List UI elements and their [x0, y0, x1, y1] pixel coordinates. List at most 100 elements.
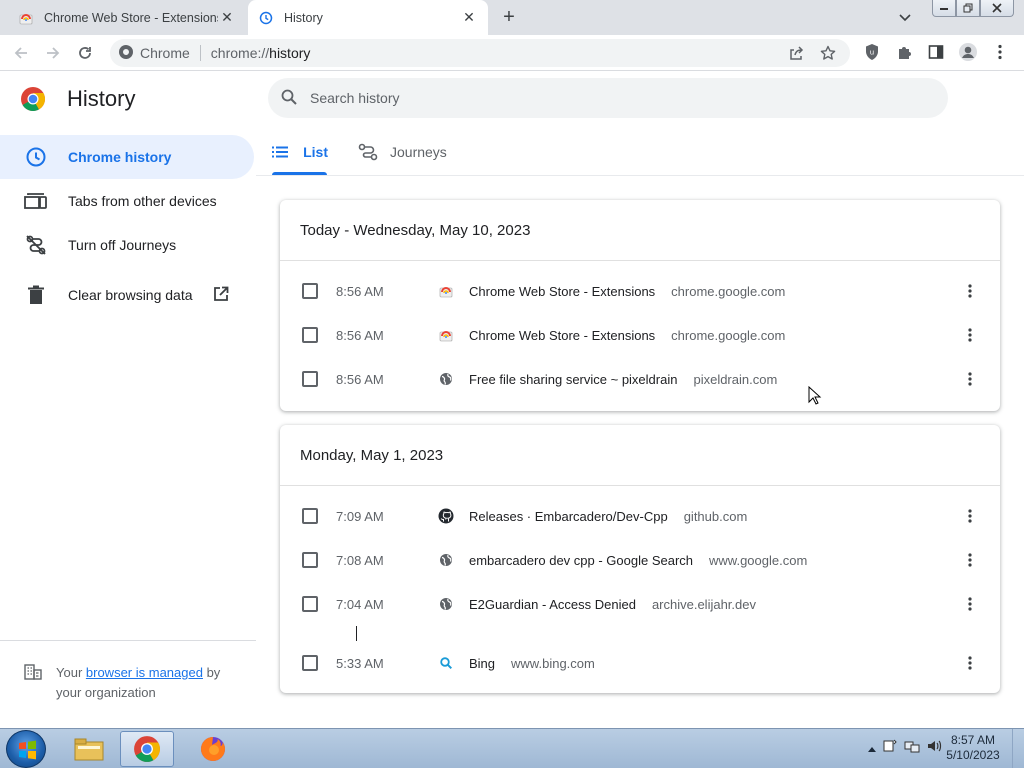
- entry-checkbox[interactable]: [302, 508, 318, 524]
- ublock-shield-icon[interactable]: u: [860, 40, 884, 64]
- search-input[interactable]: [310, 90, 910, 106]
- sidebar-item-label: Tabs from other devices: [68, 193, 217, 209]
- history-entry[interactable]: 8:56 AM Chrome Web Store - Extensions chr…: [280, 269, 1000, 313]
- entry-title: Bing: [469, 655, 496, 671]
- managed-link[interactable]: browser is managed: [86, 665, 203, 680]
- history-group-today: Today - Wednesday, May 10, 2023 8:56 AM …: [280, 200, 1000, 411]
- kebab-menu-icon[interactable]: [988, 40, 1012, 64]
- tab-list[interactable]: List: [272, 130, 328, 174]
- more-actions-icon[interactable]: [960, 279, 980, 303]
- history-entry[interactable]: 5:33 AM Bing www.bing.com: [280, 641, 1000, 685]
- entry-domain: www.google.com: [709, 552, 808, 568]
- taskbar-clock[interactable]: 8:57 AM 5/10/2023: [940, 733, 1006, 763]
- bing-search-icon: [438, 655, 454, 671]
- chrome-logo-icon: [21, 87, 46, 112]
- webstore-icon: [438, 327, 454, 343]
- profile-avatar-icon[interactable]: [956, 40, 980, 64]
- brand-header: History: [20, 86, 135, 112]
- sidebar-item-chrome-history[interactable]: Chrome history: [0, 135, 254, 179]
- sidebar-item-label: Clear browsing data: [68, 287, 193, 303]
- forward-icon[interactable]: [40, 40, 66, 66]
- history-entry[interactable]: 7:08 AM embarcadero dev cpp - Google Sea…: [280, 538, 1000, 582]
- new-tab-button[interactable]: +: [496, 6, 522, 30]
- webstore-icon: [438, 283, 454, 299]
- omnibox-separator: [199, 45, 201, 61]
- entry-checkbox[interactable]: [302, 283, 318, 299]
- time-gap: [280, 626, 1000, 641]
- entry-link[interactable]: Chrome Web Store - Extensions chrome.goog…: [469, 328, 785, 343]
- entry-time: 5:33 AM: [336, 655, 384, 671]
- history-entry[interactable]: 8:56 AM Free file sharing service ~ pixe…: [280, 357, 1000, 401]
- address-bar[interactable]: Chrome chrome://history: [110, 39, 850, 67]
- firefox-logo-icon: [201, 737, 225, 761]
- tab-webstore[interactable]: Chrome Web Store - Extensions ✕: [8, 0, 246, 35]
- windows-taskbar: 8:57 AM 5/10/2023: [0, 728, 1024, 768]
- entry-checkbox[interactable]: [302, 655, 318, 671]
- entry-checkbox[interactable]: [302, 552, 318, 568]
- entry-link[interactable]: E2Guardian - Access Denied archive.elijah…: [469, 597, 756, 612]
- restore-button[interactable]: [956, 0, 980, 17]
- more-actions-icon[interactable]: [960, 651, 980, 675]
- network-icon[interactable]: [904, 738, 920, 757]
- more-actions-icon[interactable]: [960, 504, 980, 528]
- entry-domain: archive.elijahr.dev: [651, 596, 756, 612]
- action-center-icon[interactable]: [882, 738, 898, 757]
- entry-time: 8:56 AM: [336, 327, 384, 343]
- sidebar-item-tabs-other-devices[interactable]: Tabs from other devices: [0, 179, 254, 223]
- start-button[interactable]: [6, 730, 46, 768]
- bookmark-star-icon[interactable]: [816, 41, 840, 65]
- entry-time: 7:09 AM: [336, 508, 384, 524]
- managed-notice: Your browser is managed by your organiza…: [0, 640, 256, 703]
- history-entry[interactable]: 7:09 AM Releases · Embarcadero/Dev-Cpp gi…: [280, 494, 1000, 538]
- show-desktop-button[interactable]: [1012, 729, 1024, 768]
- managed-prefix: Your: [56, 665, 86, 680]
- history-entry[interactable]: 7:04 AM E2Guardian - Access Denied archiv…: [280, 582, 1000, 626]
- taskbar-firefox[interactable]: [186, 731, 240, 767]
- entry-domain: chrome.google.com: [671, 283, 786, 299]
- entry-link[interactable]: embarcadero dev cpp - Google Search www.g…: [469, 553, 807, 568]
- history-sidebar: History Chrome history Tabs from other d…: [0, 72, 256, 728]
- chrome-site-icon[interactable]: [118, 44, 134, 63]
- entry-checkbox[interactable]: [302, 327, 318, 343]
- entry-checkbox[interactable]: [302, 371, 318, 387]
- more-actions-icon[interactable]: [960, 323, 980, 347]
- extensions-puzzle-icon[interactable]: [892, 40, 916, 64]
- reload-icon[interactable]: [72, 40, 98, 66]
- entry-title: Chrome Web Store - Extensions: [469, 283, 656, 299]
- entry-link[interactable]: Free file sharing service ~ pixeldrain pi…: [469, 372, 777, 387]
- back-icon[interactable]: [8, 40, 34, 66]
- more-actions-icon[interactable]: [960, 548, 980, 572]
- omnibox-actions: [784, 41, 840, 65]
- tabs-divider: [256, 175, 1024, 176]
- close-tab-icon[interactable]: ✕: [218, 9, 236, 27]
- folder-icon: [74, 738, 104, 761]
- sidebar-item-turn-off-journeys[interactable]: Turn off Journeys: [0, 223, 254, 267]
- tab-history[interactable]: History ✕: [248, 0, 488, 35]
- chrome-logo-icon: [134, 736, 160, 762]
- taskbar-chrome[interactable]: [120, 731, 174, 767]
- entry-link[interactable]: Chrome Web Store - Extensions chrome.goog…: [469, 284, 785, 299]
- entry-checkbox[interactable]: [302, 596, 318, 612]
- tab-journeys[interactable]: Journeys: [358, 130, 447, 174]
- entry-title: Free file sharing service ~ pixeldrain: [469, 371, 678, 387]
- show-hidden-icons-icon[interactable]: [868, 740, 876, 755]
- window-controls: [932, 0, 1014, 17]
- more-actions-icon[interactable]: [960, 592, 980, 616]
- tab-search-chevron-icon[interactable]: [894, 8, 916, 28]
- side-panel-icon[interactable]: [924, 40, 948, 64]
- globe-icon: [438, 371, 454, 387]
- close-tab-icon[interactable]: ✕: [460, 9, 478, 27]
- minimize-button[interactable]: [932, 0, 956, 17]
- close-window-button[interactable]: [980, 0, 1014, 17]
- sidebar-item-clear-browsing-data[interactable]: Clear browsing data: [0, 273, 254, 317]
- entry-link[interactable]: Releases · Embarcadero/Dev-Cpp github.com: [469, 509, 747, 524]
- tab-strip: Chrome Web Store - Extensions ✕ History …: [0, 0, 1024, 35]
- url-scheme: chrome://: [210, 45, 270, 61]
- more-actions-icon[interactable]: [960, 367, 980, 391]
- history-entry[interactable]: 8:56 AM Chrome Web Store - Extensions chr…: [280, 313, 1000, 357]
- taskbar-explorer[interactable]: [62, 731, 116, 767]
- entry-link[interactable]: Bing www.bing.com: [469, 656, 595, 671]
- entry-time: 8:56 AM: [336, 283, 384, 299]
- trash-icon: [24, 283, 48, 307]
- share-icon[interactable]: [784, 41, 808, 65]
